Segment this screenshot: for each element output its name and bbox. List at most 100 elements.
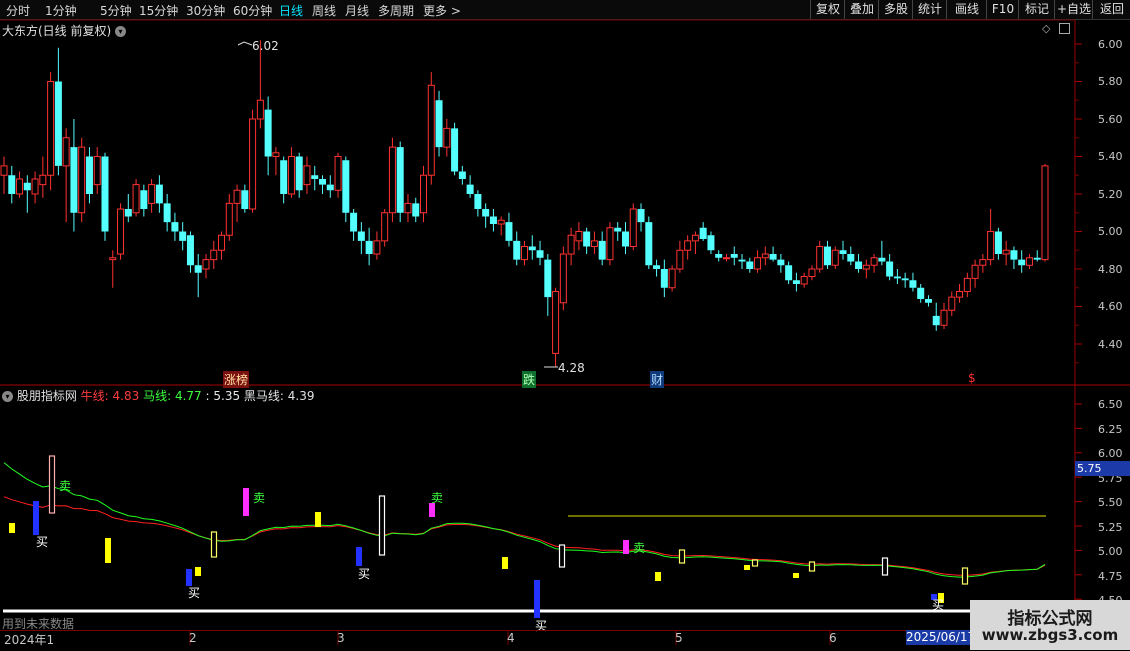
candle-body [124, 209, 132, 217]
candle-body [179, 231, 187, 241]
y-tick-label: 4.80 [1098, 263, 1123, 276]
buy-signal-label: 买 [358, 567, 371, 581]
candle-body [823, 246, 831, 266]
signal-bar [961, 567, 969, 585]
candle-body [722, 257, 730, 260]
candle-body [785, 265, 793, 281]
signal-bar [744, 565, 750, 570]
candle-body [47, 81, 55, 176]
signal-bar [881, 557, 889, 576]
candle-body [342, 160, 350, 213]
heima-line-label: 黑马线: [243, 389, 284, 403]
y-tick-label: 6.00 [1098, 447, 1123, 460]
candlestick-chart[interactable] [0, 0, 1130, 650]
candle-body [54, 81, 62, 166]
candle-body [357, 231, 365, 241]
candle-body [451, 128, 459, 172]
candle-body [552, 291, 560, 354]
candle-body [544, 259, 552, 298]
candle-body [932, 315, 940, 326]
candle-body [287, 156, 295, 195]
signal-bar [558, 544, 566, 568]
candle-body [831, 249, 839, 266]
y-tick-label: 5.25 [1098, 521, 1123, 534]
candle-body [202, 259, 210, 270]
y-tick-label: 4.60 [1098, 300, 1123, 313]
candle-body [155, 184, 163, 204]
niu-line [3, 496, 1046, 576]
candle-body [474, 194, 482, 209]
candle-body [1018, 259, 1026, 266]
candle-body [800, 276, 808, 285]
signal-bar [195, 567, 201, 576]
candle-body [458, 171, 466, 179]
event-finance[interactable]: 财 [650, 371, 665, 388]
event-drop[interactable]: 跌 [522, 371, 537, 388]
high-price-label: 6.02 [252, 39, 279, 53]
candle-body [754, 257, 762, 270]
ma-line-value: 4.77 [174, 389, 202, 403]
candle-body [427, 84, 435, 176]
candle-body [839, 250, 847, 254]
candle-body [715, 254, 723, 258]
candle-body [482, 209, 490, 217]
event-dividend[interactable]: $ [968, 371, 976, 385]
ma-line [3, 462, 1046, 578]
signal-bar [655, 572, 661, 581]
candle-body [855, 261, 863, 269]
candle-body [326, 184, 334, 191]
candle-body [0, 165, 8, 176]
candle-body [987, 231, 995, 261]
y-tick-label: 5.50 [1098, 496, 1123, 509]
candle-body [241, 190, 249, 209]
y-tick-label: 5.00 [1098, 545, 1123, 558]
candle-body [78, 146, 86, 214]
candle-body [792, 280, 800, 284]
stock-title: 大东方(日线 前复权) [2, 24, 112, 38]
month-label: 2 [189, 631, 197, 645]
signal-bar [33, 501, 39, 535]
candle-body [272, 152, 280, 157]
month-label: 4 [507, 631, 515, 645]
chevron-down-icon[interactable]: ▾ [2, 391, 13, 402]
candle-body [637, 209, 645, 223]
event-limit-list[interactable]: 涨榜 [223, 371, 250, 388]
candle-body [1010, 250, 1018, 260]
candle-body [676, 249, 684, 270]
candle-body [901, 278, 909, 281]
candle-body [194, 265, 202, 273]
signal-bar [623, 540, 629, 554]
candle-body [521, 246, 528, 261]
window-icon[interactable] [1059, 23, 1070, 34]
candle-body [70, 147, 78, 213]
chevron-down-icon[interactable]: ▾ [115, 26, 127, 37]
candle-body [971, 264, 979, 279]
signal-bar [356, 547, 362, 566]
candle-body [956, 291, 964, 298]
candle-body [435, 100, 443, 148]
candle-body [761, 253, 769, 259]
month-label: 6 [829, 631, 837, 645]
candle-body [373, 240, 381, 255]
candle-body [730, 254, 738, 258]
candle-body [653, 265, 661, 269]
candle-body [738, 259, 746, 262]
candle-body [256, 99, 264, 120]
indicator-title: ▾ 股朋指标网 牛线: 4.83 马线: 4.77 : 5.35 黑马线: 4.… [2, 387, 315, 404]
candle-body [691, 234, 699, 242]
heima-line-value: 4.39 [287, 389, 315, 403]
candle-body [443, 127, 451, 148]
y-tick-label: 6.00 [1098, 38, 1123, 51]
candle-body [598, 240, 606, 260]
candle-body [816, 246, 824, 270]
candle-body [101, 156, 109, 232]
high-pointer [237, 41, 253, 46]
buy-signal-label: 买 [36, 535, 49, 549]
signal-bar [105, 538, 111, 563]
indicator-name: 股朋指标网 [16, 389, 77, 403]
candle-body [412, 203, 420, 217]
candle-body [567, 234, 575, 255]
candle-body [590, 240, 598, 247]
diamond-icon[interactable]: ◇ [1042, 22, 1050, 35]
candle-body [1041, 165, 1049, 261]
